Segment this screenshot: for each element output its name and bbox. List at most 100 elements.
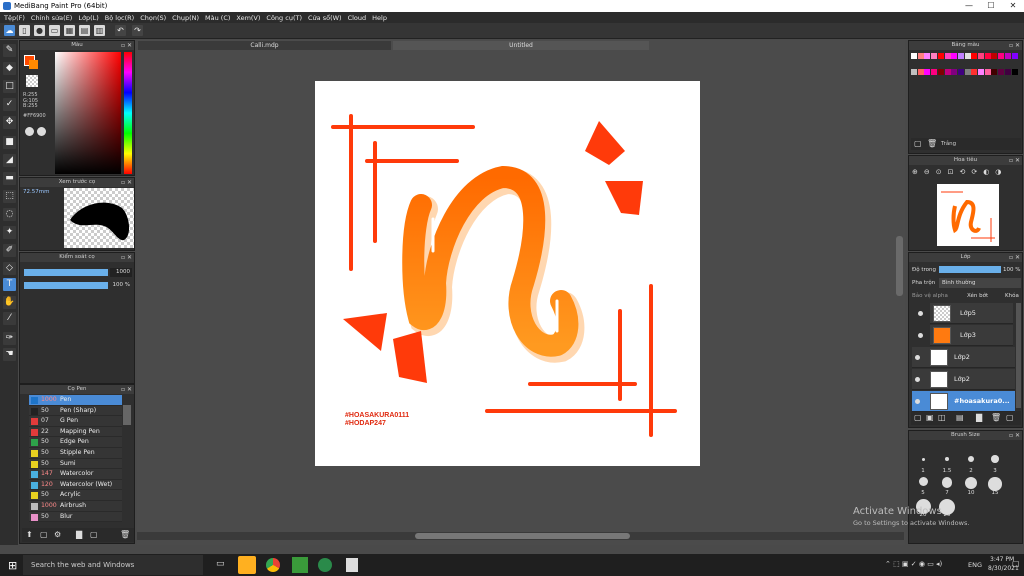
brush-list-item[interactable]: 50 Edge Pen <box>29 437 122 448</box>
panel-close-icon[interactable]: ▫ ✕ <box>1009 41 1020 50</box>
palette-swatch[interactable] <box>984 69 991 75</box>
canvas-horizontal-scrollbar[interactable] <box>137 532 904 540</box>
navigator-controls[interactable]: ⊕⊖⊙⊡⟲⟳◐◑ <box>912 168 1022 178</box>
palette-swatch[interactable] <box>998 69 1005 75</box>
panel-close-icon[interactable]: ▫ ✕ <box>121 253 132 262</box>
menu-cloud[interactable]: Cloud <box>348 12 373 23</box>
bucket-tool-icon[interactable]: ◢ <box>3 154 16 167</box>
palette-swatch[interactable] <box>984 53 991 59</box>
saturation-value-picker[interactable] <box>55 52 121 174</box>
brush-list-item[interactable]: 07 G Pen <box>29 416 122 427</box>
menu-view[interactable]: Xem(V) <box>236 12 266 23</box>
eyedropper-icon[interactable]: ⁄ <box>3 312 16 325</box>
brush-list-item[interactable]: 120 Watercolor (Wet) <box>29 479 122 491</box>
layer-opacity-slider[interactable] <box>939 266 1001 273</box>
layer-row-selected[interactable]: #hoasakura0... <box>912 391 1015 412</box>
palette-swatch[interactable] <box>957 53 964 59</box>
language-indicator[interactable]: ENG <box>968 561 982 569</box>
palette-swatch[interactable] <box>944 53 951 59</box>
menu-filter[interactable]: Bộ lọc(R) <box>105 12 140 23</box>
clock-time[interactable]: 3:47 PM <box>990 556 1014 563</box>
brush-opacity-slider[interactable] <box>24 282 108 289</box>
color-settings-icon[interactable] <box>37 127 46 136</box>
select-eraser-icon[interactable]: ◇ <box>3 262 16 275</box>
panel-close-icon[interactable]: ▫ ✕ <box>1009 431 1020 440</box>
visibility-icon[interactable] <box>915 355 920 360</box>
tab-calli[interactable]: Calli.mdp <box>138 41 391 50</box>
add-layer-icon[interactable]: ▢ <box>914 413 922 422</box>
hand-tool-icon[interactable]: ☚ <box>3 348 16 361</box>
hue-slider[interactable] <box>124 52 132 174</box>
move-tool-icon[interactable]: ✥ <box>3 116 16 129</box>
palette-swatch[interactable] <box>931 53 938 59</box>
zalo-icon[interactable] <box>238 556 256 574</box>
panel-close-icon[interactable]: ▫ ✕ <box>1009 156 1020 165</box>
visibility-icon[interactable] <box>918 333 923 338</box>
palette-swatch[interactable] <box>931 69 938 75</box>
background-color-swatch[interactable] <box>29 60 38 69</box>
menu-edit[interactable]: Chỉnh sửa(E) <box>31 12 78 23</box>
palette-swatch[interactable] <box>911 53 917 59</box>
check-tool-icon[interactable]: ✓ <box>3 98 16 111</box>
palette-swatch[interactable] <box>971 69 978 75</box>
menu-snap[interactable]: Chụp(N) <box>172 12 205 23</box>
palette-swatch[interactable] <box>991 69 998 75</box>
duplicate-layer-icon[interactable]: ▣ <box>926 413 934 422</box>
layer-row[interactable]: Lớp2 <box>912 347 1015 368</box>
layer-row[interactable]: Lớp5 <box>930 303 1013 324</box>
blend-mode-select[interactable]: Bình thường <box>939 278 1021 288</box>
add-brush-icon[interactable]: ⬆ <box>26 530 33 539</box>
palette-swatch[interactable] <box>964 53 971 59</box>
palette-swatch[interactable] <box>937 69 944 75</box>
notification-icon[interactable]: ▢ <box>1012 559 1020 568</box>
layout-icon[interactable]: ▤ <box>79 25 90 36</box>
brush-file-icon[interactable]: ▢ <box>40 530 48 539</box>
panel-close-icon[interactable]: ▫ ✕ <box>121 41 132 50</box>
palette-delete-icon[interactable]: 🗑 <box>927 139 937 148</box>
menu-select[interactable]: Chọn(S) <box>140 12 172 23</box>
brush-size-option[interactable]: 10 <box>961 477 981 497</box>
brush-list-item[interactable]: 50 Blur <box>29 511 122 523</box>
visibility-icon[interactable] <box>918 311 923 316</box>
layer-row[interactable]: Lớp2 <box>912 369 1015 390</box>
palette-swatch[interactable] <box>937 53 944 59</box>
operation-tool-icon[interactable]: ✋ <box>3 296 16 309</box>
transparent-swatch[interactable] <box>26 75 38 87</box>
palette-swatch[interactable] <box>917 69 924 75</box>
brush-size-option[interactable]: 2 <box>961 455 981 475</box>
medibang-taskbar-icon[interactable] <box>346 558 358 572</box>
undo-icon[interactable]: ↶ <box>115 25 126 36</box>
select-pen-icon[interactable]: ✐ <box>3 244 16 257</box>
clipping-checkbox[interactable]: Xén bớt <box>967 293 988 299</box>
brush-list-scrollbar[interactable] <box>123 405 131 425</box>
palette-file-icon[interactable]: ▢ <box>914 139 922 148</box>
tray-icons[interactable]: ⌃ ⬚ ▣ ✓ ◉ ▭ ◂) <box>885 560 942 568</box>
brush-list-item[interactable]: 50 Sumi <box>29 458 122 470</box>
panel-icon[interactable]: ▥ <box>94 25 105 36</box>
palette-swatch[interactable] <box>1011 69 1018 75</box>
drawing-canvas[interactable]: #HOASAKURA0111 #HODAP247 <box>315 81 700 466</box>
palette-swatch[interactable] <box>998 53 1005 59</box>
palette-swatch[interactable] <box>911 69 917 75</box>
comment-icon[interactable]: ● <box>34 25 45 36</box>
brush-size-option[interactable]: 5 <box>913 477 933 497</box>
layer-folder-icon[interactable]: ▇ <box>976 413 982 422</box>
chrome-icon[interactable] <box>266 558 280 572</box>
palette-grid[interactable] <box>911 53 1021 93</box>
palette-swatch[interactable] <box>991 53 998 59</box>
new-file-icon[interactable]: ▯ <box>19 25 30 36</box>
layer-scrollbar[interactable] <box>1016 303 1021 408</box>
eraser-tool-icon[interactable]: ◆ <box>3 62 16 75</box>
palette-swatch[interactable] <box>978 69 984 75</box>
gradient-tool-icon[interactable]: ▬ <box>3 172 16 185</box>
brush-size-option[interactable]: 7 <box>937 477 957 497</box>
palette-swatch[interactable] <box>978 53 984 59</box>
minimize-button[interactable]: — <box>958 0 980 12</box>
menu-tools[interactable]: Công cụ(T) <box>266 12 308 23</box>
rect-tool-icon[interactable]: □ <box>3 80 16 93</box>
dropper-tool-icon[interactable]: ✑ <box>3 332 16 345</box>
brush-size-slider[interactable] <box>24 269 108 276</box>
taskbar-search-box[interactable]: Search the web and Windows <box>23 555 203 575</box>
copy-icon[interactable]: ▢ <box>90 530 98 539</box>
tab-untitled[interactable]: Untitled <box>393 41 649 50</box>
